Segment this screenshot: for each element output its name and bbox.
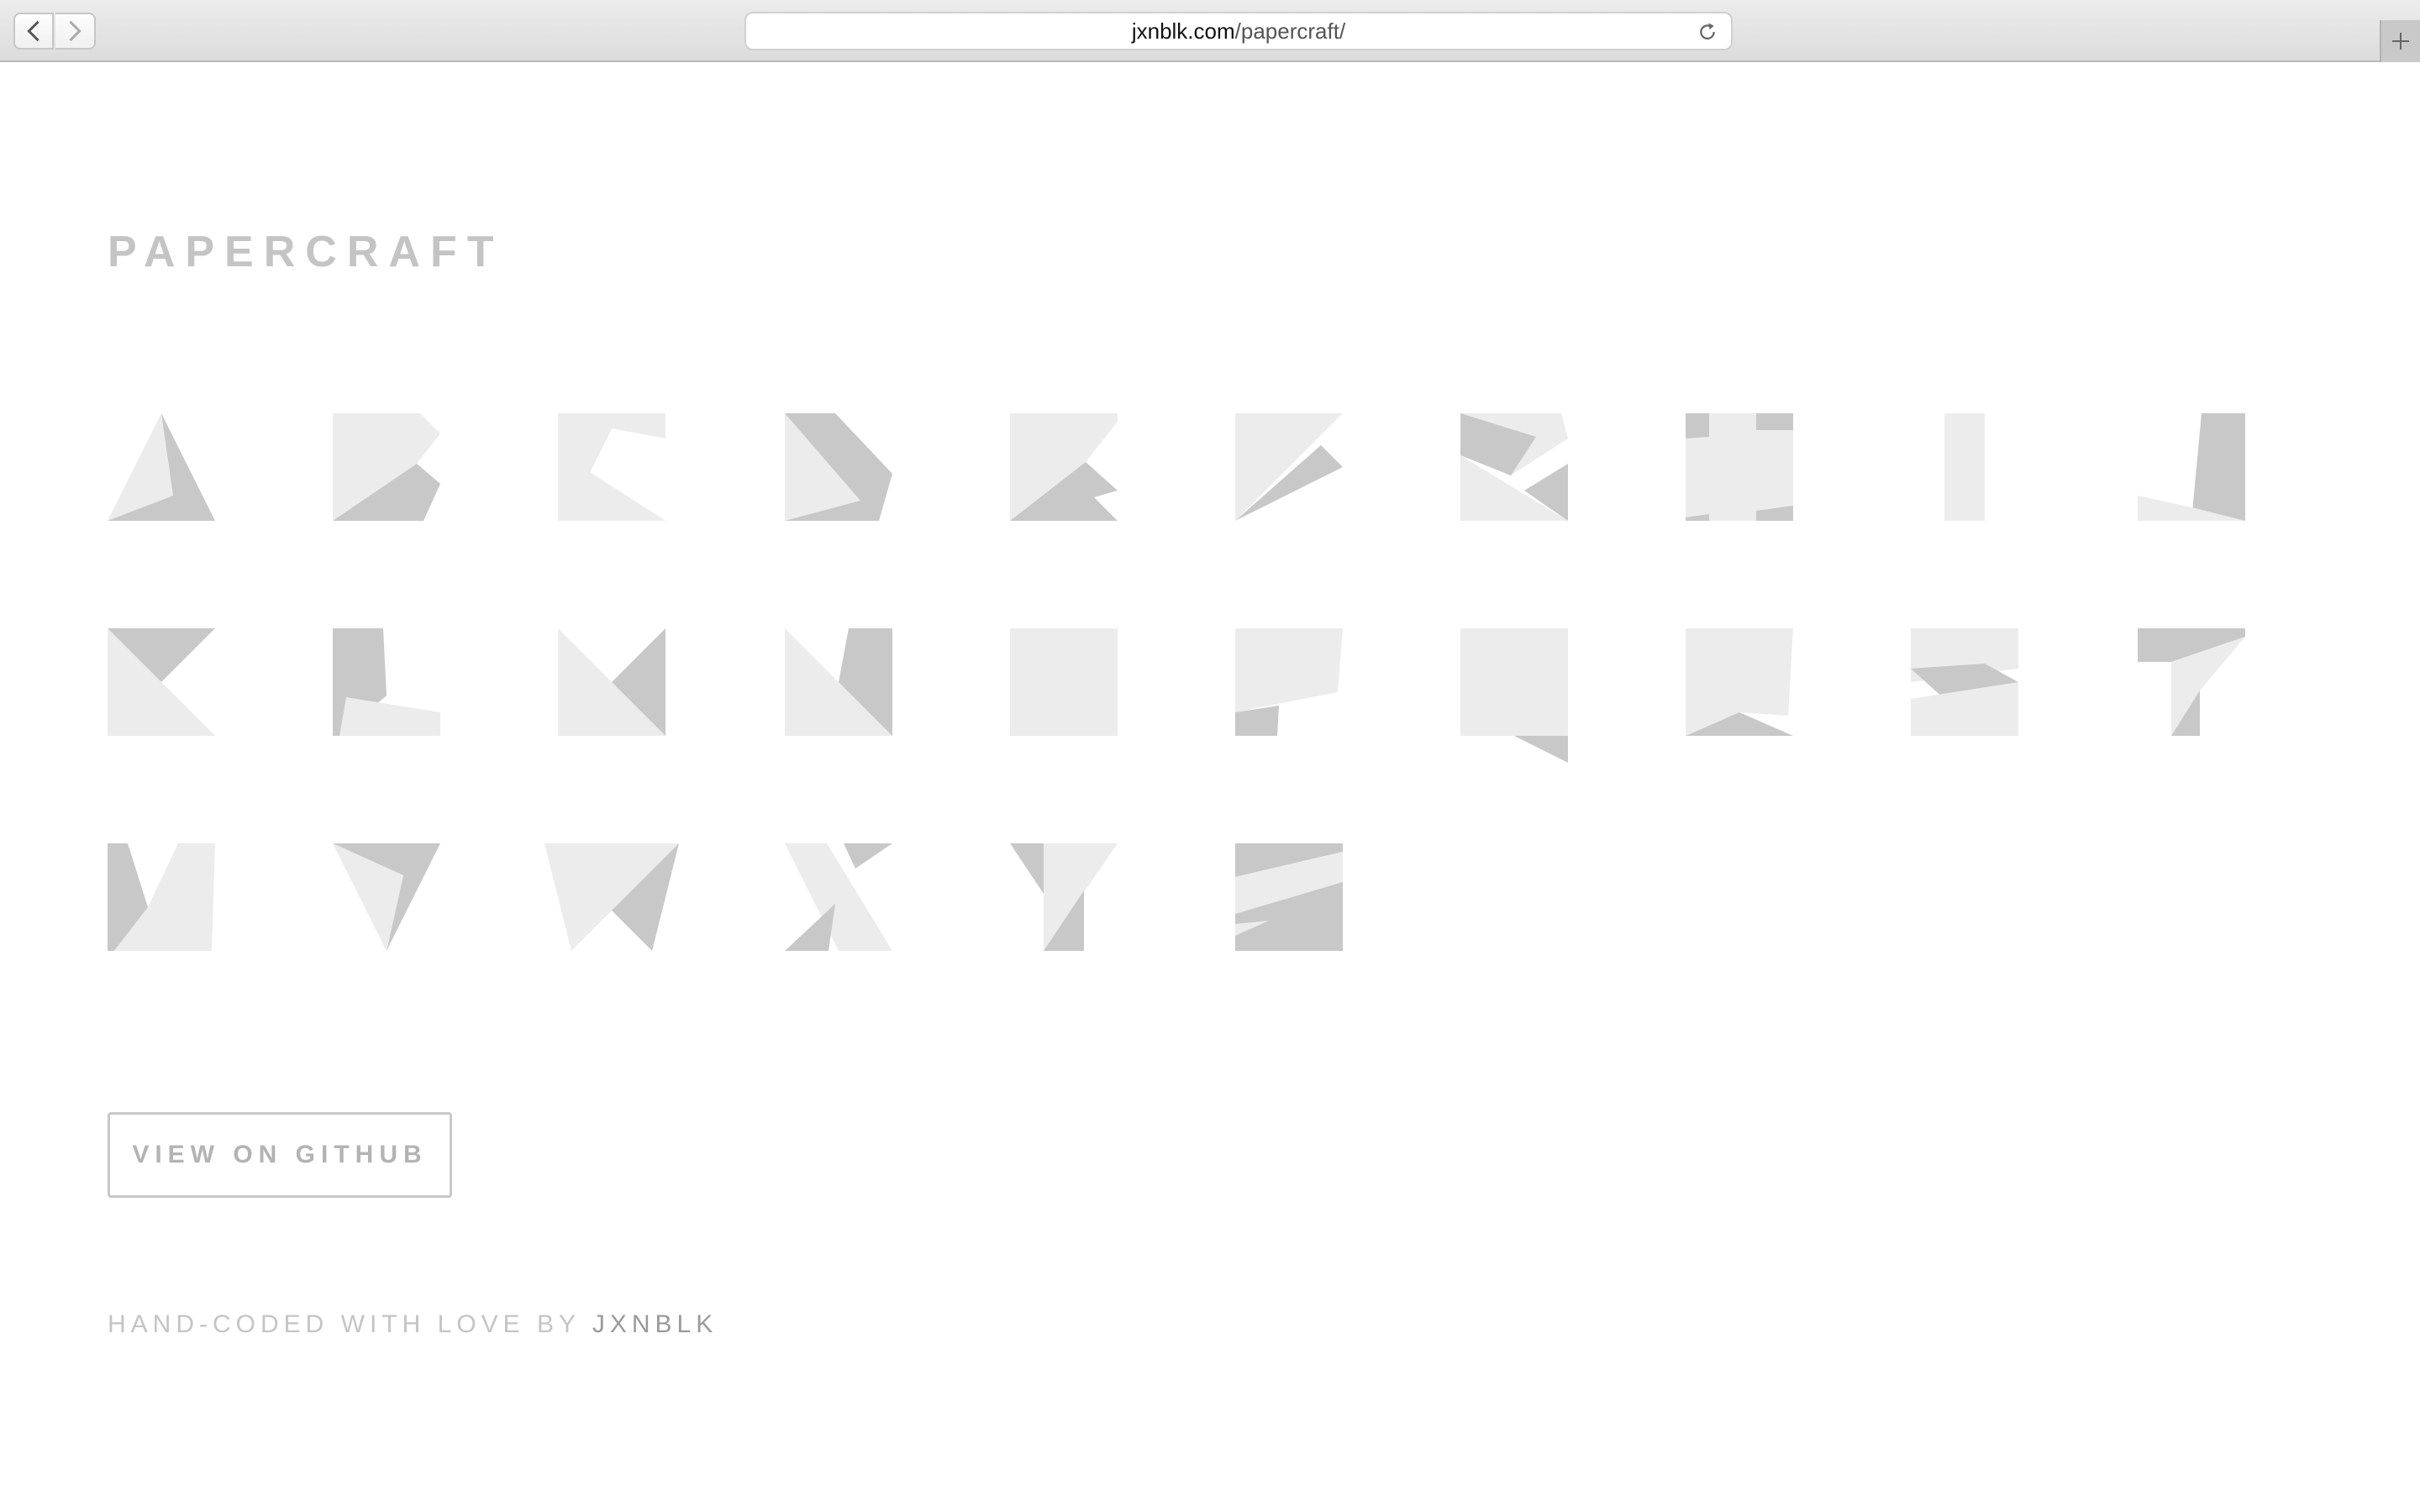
letter-f: [1235, 413, 1343, 521]
letter-x-mid: [544, 843, 679, 951]
view-on-github-button[interactable]: VIEW ON GITHUB: [108, 1112, 452, 1198]
letter-x: [785, 843, 892, 951]
letter-g: [1460, 413, 1568, 521]
footer-text: HAND-CODED WITH LOVE BY: [108, 1310, 592, 1338]
letter-k: [108, 628, 215, 736]
footer-credit: HAND-CODED WITH LOVE BY JXNBLK: [108, 1310, 718, 1339]
letter-w: [333, 843, 440, 951]
letter-b: [333, 413, 440, 521]
letter-d: [785, 413, 892, 521]
letter-m: [558, 628, 666, 736]
letter-a: [108, 413, 215, 521]
letter-i: [1944, 413, 1985, 521]
letter-c: [558, 413, 666, 521]
letter-n: [785, 628, 892, 736]
letter-s: [1911, 628, 2018, 736]
letter-l: [333, 628, 440, 736]
letter-r: [1686, 628, 1793, 736]
letter-p: [1235, 628, 1343, 736]
letter-t: [2138, 628, 2245, 736]
author-link[interactable]: JXNBLK: [592, 1310, 718, 1338]
letter-q: [1460, 628, 1568, 763]
letter-j: [2138, 413, 2245, 521]
letter-y: [1010, 843, 1118, 951]
letter-z: [1235, 843, 1343, 951]
letter-v: [108, 843, 215, 951]
letter-e: [1010, 413, 1118, 521]
letter-o: [1010, 628, 1118, 736]
letter-h: [1686, 413, 1793, 521]
papercraft-alphabet: .l{fill:#ececec}.d{fill:#c8c8c8}: [108, 413, 2245, 951]
